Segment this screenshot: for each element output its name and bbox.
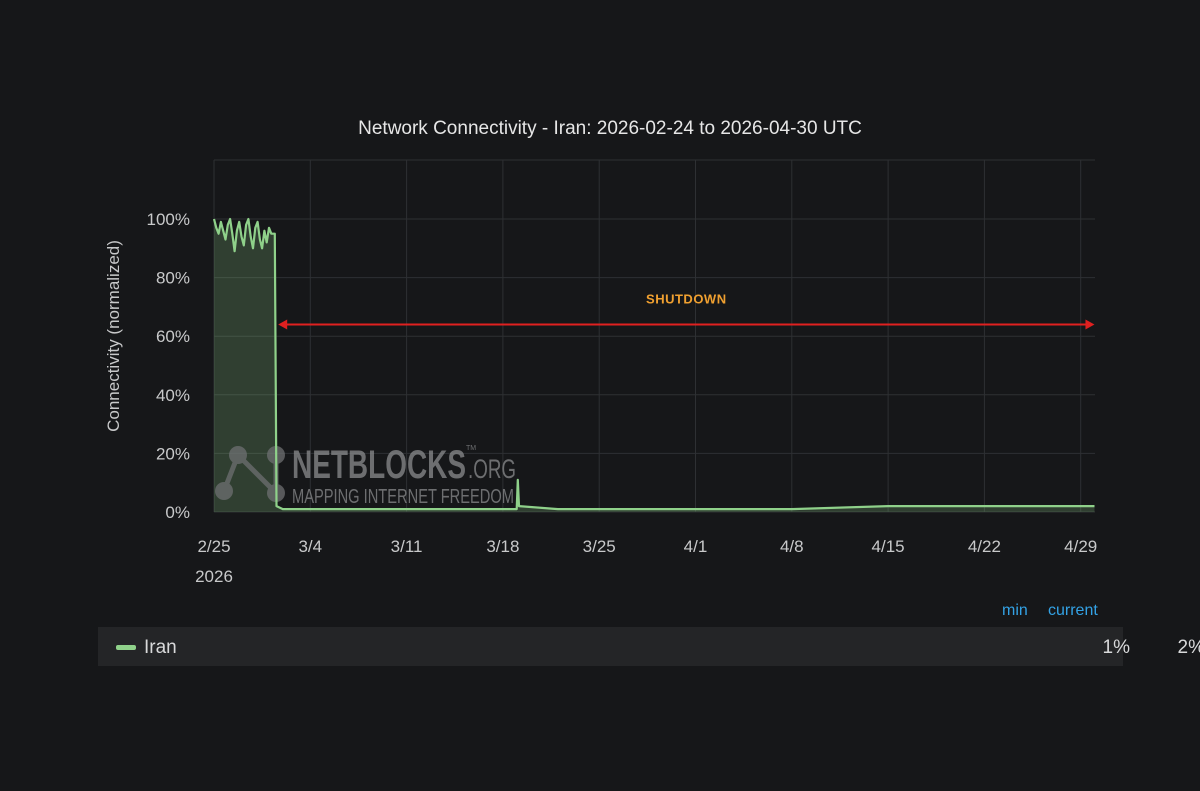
x-tick-label: 3/18 [486, 537, 519, 556]
watermark-tagline: MAPPING INTERNET FREEDOM [292, 486, 514, 508]
x-tick-label: 4/1 [684, 537, 708, 556]
x-axis-ticks: 2/25 2026 3/4 3/11 3/18 3/25 4/1 4/8 4/15 4/22 4/2… [195, 537, 1097, 586]
watermark-brand: NETBLOCKS [292, 443, 466, 487]
y-tick-label: 80% [156, 269, 190, 288]
x-tick-label: 4/29 [1064, 537, 1097, 556]
legend-row-iran[interactable]: Iran 1% 2% [98, 627, 1200, 666]
legend-min-value: 1% [1102, 637, 1130, 658]
x-tick-label: 2/25 [197, 537, 230, 556]
legend-series-name[interactable]: Iran [144, 637, 177, 659]
x-tick-sublabel: 2026 [195, 567, 233, 586]
y-axis-ticks: 0% 20% 40% 60% 80% 100% [147, 210, 190, 522]
y-axis-title: Connectivity (normalized) [104, 240, 123, 432]
y-tick-label: 60% [156, 327, 190, 346]
shutdown-annotation: SHUTDOWN [278, 291, 1095, 330]
shutdown-label: SHUTDOWN [646, 291, 727, 306]
connectivity-chart: Network Connectivity - Iran: 2026-02-24 … [104, 118, 1097, 586]
x-tick-label: 4/22 [968, 537, 1001, 556]
x-tick-label: 3/25 [583, 537, 616, 556]
legend-header-current[interactable]: current [1048, 602, 1098, 620]
arrow-left-icon [278, 319, 288, 330]
chart-title: Network Connectivity - Iran: 2026-02-24 … [358, 118, 862, 139]
watermark-suffix: .ORG [468, 454, 516, 484]
arrow-right-icon [1085, 319, 1095, 330]
watermark-tm: TM [466, 445, 476, 452]
y-tick-label: 0% [165, 503, 190, 522]
legend-header-min[interactable]: min [1002, 602, 1028, 620]
y-tick-label: 20% [156, 444, 190, 463]
y-tick-label: 100% [147, 210, 190, 229]
legend-swatch [116, 645, 136, 650]
legend-current-value: 2% [1177, 637, 1200, 658]
x-tick-label: 4/15 [872, 537, 905, 556]
x-tick-label: 4/8 [780, 537, 804, 556]
y-tick-label: 40% [156, 386, 190, 405]
x-tick-label: 3/11 [391, 537, 423, 556]
x-tick-label: 3/4 [298, 537, 322, 556]
